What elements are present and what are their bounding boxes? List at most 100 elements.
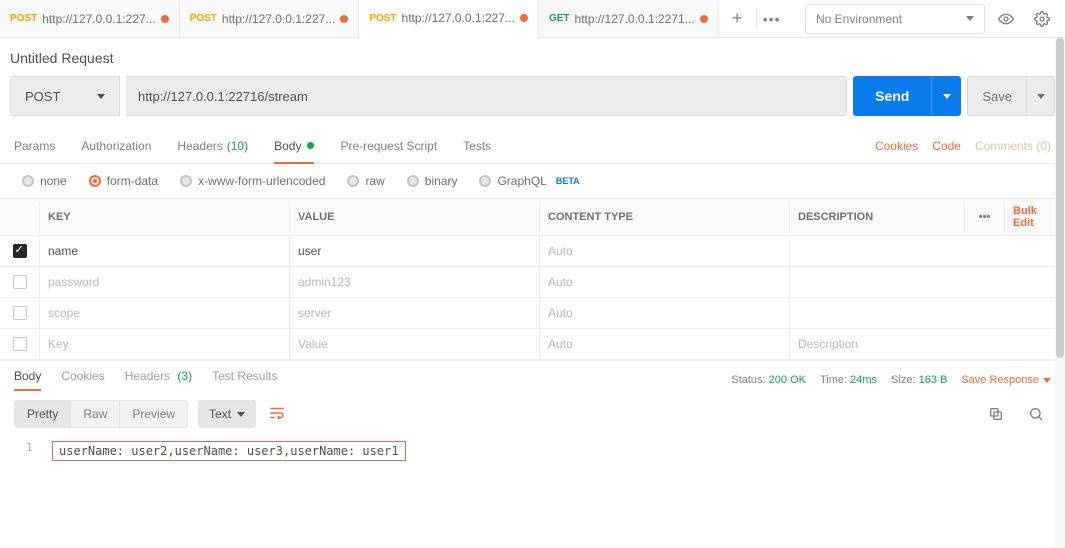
send-button[interactable]: Send [853, 76, 931, 116]
tab-tests[interactable]: Tests [463, 128, 491, 163]
unsaved-dot-icon [161, 15, 169, 23]
key-input[interactable]: name [40, 236, 290, 266]
radio-graphql[interactable]: GraphQLBETA [479, 174, 579, 188]
unsaved-dot-icon [340, 15, 348, 23]
description-input[interactable] [790, 236, 1065, 266]
tab-body[interactable]: Body [274, 128, 314, 163]
request-title[interactable]: Untitled Request [0, 46, 1065, 76]
formdata-row[interactable]: name user Auto [0, 236, 1065, 267]
vertical-scrollbar[interactable] [1055, 38, 1065, 548]
view-pretty-button[interactable]: Pretty [15, 401, 71, 427]
cookies-link[interactable]: Cookies [875, 139, 918, 153]
scrollbar-thumb[interactable] [1056, 38, 1064, 358]
tabs-overflow-button[interactable]: ••• [757, 11, 787, 27]
save-response-button[interactable]: Save Response [961, 374, 1051, 386]
copy-button[interactable] [981, 399, 1011, 429]
contenttype-input[interactable]: Auto [540, 298, 790, 328]
env-preview-button[interactable] [991, 4, 1021, 34]
checkbox[interactable] [13, 306, 27, 320]
radio-label: GraphQL [497, 174, 546, 188]
radio-icon [479, 175, 491, 187]
tab-authorization[interactable]: Authorization [81, 128, 151, 163]
checkbox[interactable] [13, 337, 27, 351]
response-text[interactable]: userName: user2,userName: user3,userName… [52, 441, 406, 461]
resp-tab-tests[interactable]: Test Results [212, 369, 277, 391]
wrap-icon [268, 404, 286, 422]
header-key: KEY [40, 202, 290, 232]
radio-raw[interactable]: raw [347, 174, 384, 188]
save-button[interactable]: Save [967, 76, 1027, 116]
checkbox[interactable] [13, 275, 27, 289]
request-tab[interactable]: POST http://127.0.0.1:227... [0, 0, 180, 37]
response-body[interactable]: 1 userName: user2,userName: user3,userNa… [0, 437, 1065, 475]
format-select[interactable]: Text [198, 400, 256, 428]
tab-prerequest[interactable]: Pre-request Script [340, 128, 437, 163]
description-input[interactable] [790, 298, 1065, 328]
request-tab[interactable]: POST http://127.0.0.1:227... [180, 0, 360, 37]
tab-headers[interactable]: Headers (10) [177, 128, 248, 163]
size-label: Size: 163 B [891, 374, 947, 386]
view-raw-button[interactable]: Raw [71, 401, 120, 427]
send-dropdown-button[interactable] [931, 76, 961, 116]
top-tab-bar: POST http://127.0.0.1:227... POST http:/… [0, 0, 1065, 38]
caret-down-icon [237, 412, 245, 417]
save-dropdown-button[interactable] [1027, 76, 1055, 116]
checkbox[interactable] [13, 244, 27, 258]
wrap-lines-button[interactable] [268, 404, 286, 425]
caret-down-icon [1043, 378, 1051, 383]
environment-select[interactable]: No Environment [805, 4, 985, 34]
formdata-row-new[interactable]: Key Value Auto Description [0, 329, 1065, 360]
comments-link[interactable]: Comments (0) [975, 139, 1051, 153]
new-tab-button[interactable]: + [719, 8, 757, 29]
radio-urlencoded[interactable]: x-www-form-urlencoded [180, 174, 325, 188]
value-input[interactable]: Value [290, 329, 540, 359]
view-preview-button[interactable]: Preview [120, 401, 187, 427]
search-button[interactable] [1021, 399, 1051, 429]
method-badge: POST [10, 13, 37, 24]
formdata-row[interactable]: password admin123 Auto [0, 267, 1065, 298]
header-more-button[interactable]: ••• [965, 202, 1005, 232]
formdata-header-row: KEY VALUE CONTENT TYPE DESCRIPTION ••• B… [0, 199, 1065, 236]
url-input[interactable]: http://127.0.0.1:22716/stream [126, 76, 847, 116]
headers-count: (10) [227, 139, 248, 153]
resp-headers-count: (3) [177, 369, 192, 383]
request-tab[interactable]: GET http://127.0.0.1:2271... [539, 0, 719, 37]
radio-label: x-www-form-urlencoded [198, 174, 325, 188]
description-input[interactable] [790, 267, 1065, 297]
value-input[interactable]: server [290, 298, 540, 328]
settings-button[interactable] [1027, 4, 1057, 34]
line-number: 1 [26, 441, 33, 454]
contenttype-input[interactable]: Auto [540, 236, 790, 266]
radio-none[interactable]: none [22, 174, 67, 188]
copy-icon [988, 406, 1004, 422]
method-select[interactable]: POST [10, 76, 120, 116]
key-input[interactable]: Key [40, 329, 290, 359]
contenttype-input[interactable]: Auto [540, 329, 790, 359]
resp-tab-cookies[interactable]: Cookies [61, 369, 104, 391]
value-input[interactable]: user [290, 236, 540, 266]
description-input[interactable]: Description [790, 329, 1065, 359]
contenttype-input[interactable]: Auto [540, 267, 790, 297]
key-input[interactable]: password [40, 267, 290, 297]
formdata-row[interactable]: scope server Auto [0, 298, 1065, 329]
tab-params[interactable]: Params [14, 128, 55, 163]
radio-binary[interactable]: binary [407, 174, 458, 188]
body-label: Body [274, 139, 301, 153]
toolbar-right [981, 399, 1051, 429]
body-indicator-icon [307, 142, 314, 149]
method-label: POST [25, 89, 60, 104]
resp-tab-body[interactable]: Body [14, 369, 41, 391]
environment-label: No Environment [816, 12, 902, 26]
request-tab[interactable]: POST http://127.0.0.1:227... [359, 0, 539, 38]
unsaved-dot-icon [520, 14, 528, 22]
value-input[interactable]: admin123 [290, 267, 540, 297]
view-mode-group: Pretty Raw Preview [14, 400, 188, 428]
key-input[interactable]: scope [40, 298, 290, 328]
request-right-links: Cookies Code Comments (0) [875, 139, 1051, 153]
tab-url: http://127.0.0.1:2271... [575, 12, 695, 26]
method-badge: POST [190, 13, 217, 24]
response-status-bar: Status: 200 OK Time: 24ms Size: 163 B Sa… [731, 374, 1051, 386]
code-link[interactable]: Code [932, 139, 961, 153]
radio-formdata[interactable]: form-data [89, 174, 158, 188]
resp-tab-headers[interactable]: Headers (3) [125, 369, 192, 391]
